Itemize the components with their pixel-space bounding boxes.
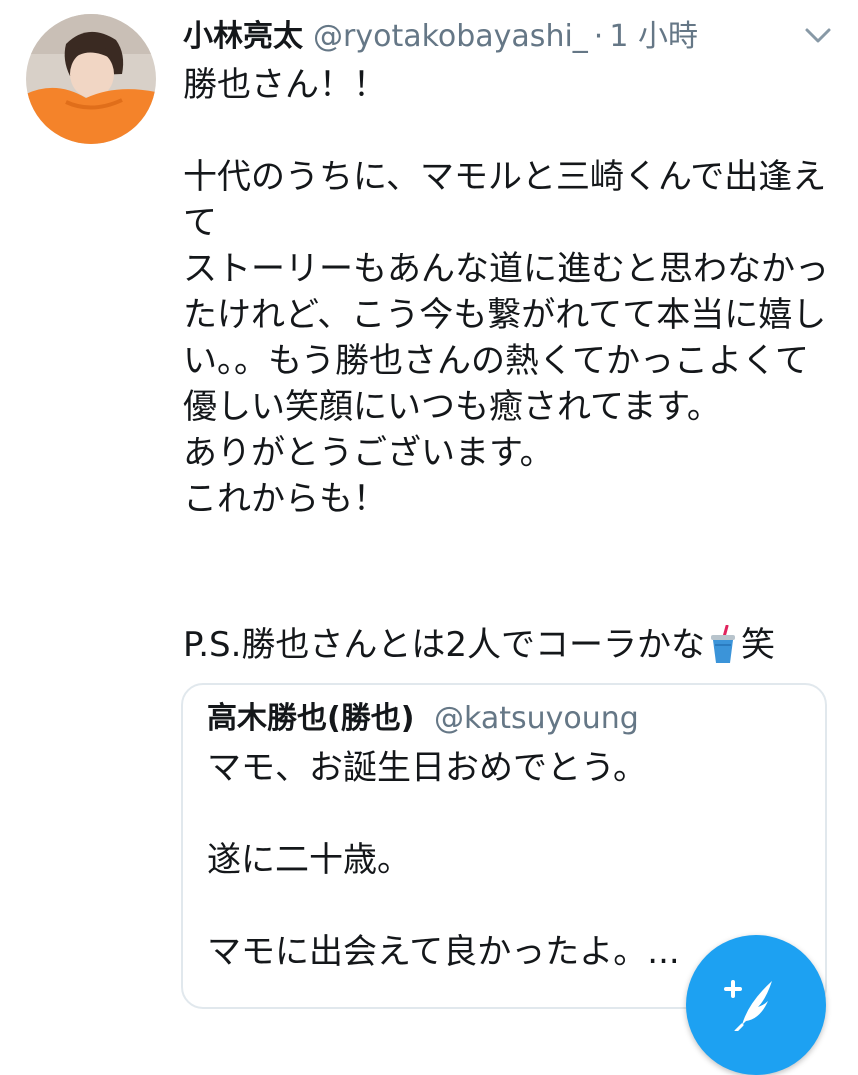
tweet: 小林亮太 @ryotakobayashi_ · 1 小時 勝也さん！！ 十代のう… — [0, 0, 858, 1075]
user-handle[interactable]: @ryotakobayashi_ — [313, 12, 588, 62]
ps-text: P.S.勝也さんとは2人でコーラかな — [183, 625, 706, 665]
quoted-tweet-header: 高木勝也(勝也) @katsuyoung — [207, 697, 639, 741]
cup-with-straw-icon — [707, 624, 739, 665]
avatar[interactable] — [26, 14, 156, 144]
ps-suffix: 笑 — [741, 625, 776, 665]
display-name[interactable]: 小林亮太 — [183, 12, 303, 62]
quoted-user-handle: @katsuyoung — [433, 701, 639, 736]
tweet-ps-line: P.S.勝也さんとは2人でコーラかな 笑 — [183, 622, 775, 668]
tweet-text: 勝也さん！！ 十代のうちに、マモルと三崎くんで出逢えて ストーリーもあんな道に進… — [183, 65, 829, 519]
quoted-display-name: 高木勝也(勝也) — [207, 701, 415, 736]
quoted-tweet-text: マモ、お誕生日おめでとう。 遂に二十歳。 マモに出会えて良かったよ。... — [207, 748, 680, 972]
compose-button[interactable] — [686, 935, 826, 1075]
separator: · — [593, 19, 604, 54]
compose-feather-plus-icon — [724, 980, 772, 1031]
chevron-down-icon[interactable] — [800, 20, 836, 50]
tweet-header: 小林亮太 @ryotakobayashi_ · 1 小時 — [183, 12, 698, 62]
avatar-image — [26, 14, 156, 144]
timestamp[interactable]: 1 小時 — [609, 12, 698, 62]
